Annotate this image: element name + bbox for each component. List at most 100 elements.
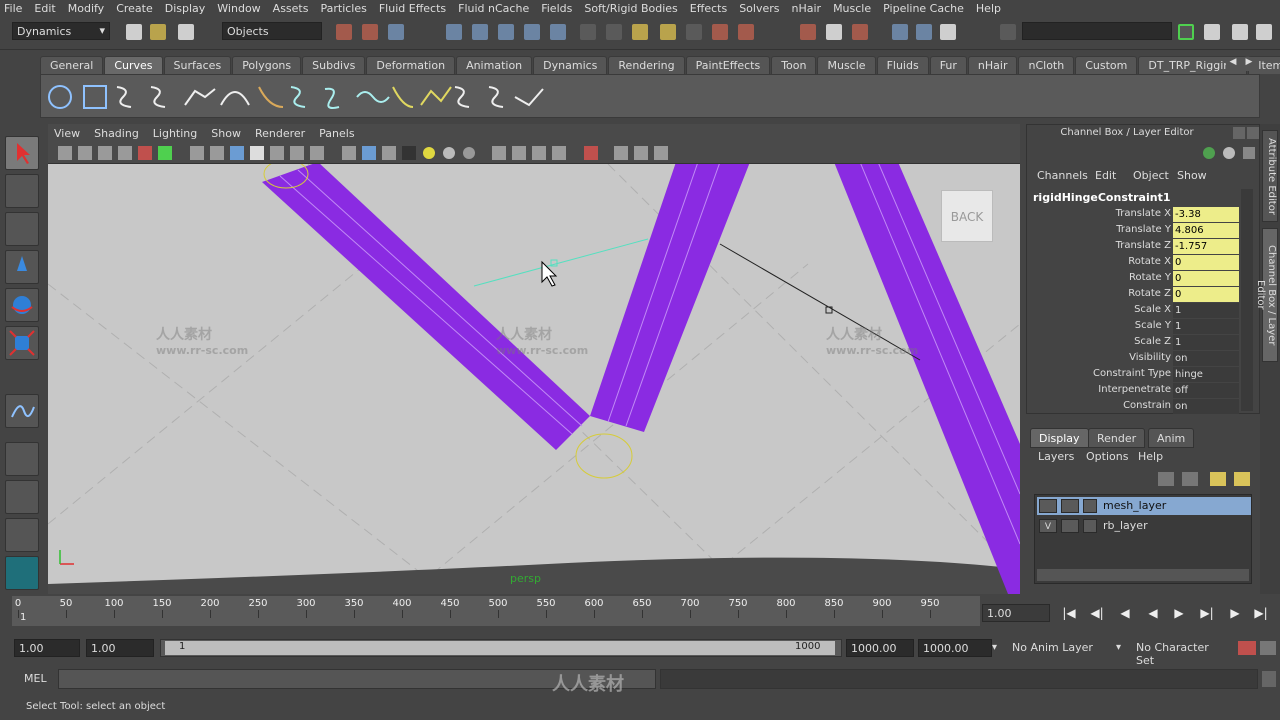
- mask-icon[interactable]: [580, 24, 596, 40]
- layout-four-icon[interactable]: [5, 480, 39, 514]
- character-set-chevron-icon[interactable]: ▾: [1116, 642, 1121, 653]
- channel-value[interactable]: on: [1173, 351, 1239, 366]
- layer-visibility-toggle[interactable]: [1039, 499, 1057, 513]
- layer-tab-render[interactable]: Render: [1088, 428, 1146, 448]
- scale-tool-icon[interactable]: [5, 326, 39, 360]
- cb-menu-edit[interactable]: Edit: [1095, 169, 1116, 182]
- channel-row[interactable]: Scale Y1: [1031, 319, 1239, 335]
- auto-key-icon[interactable]: [1238, 641, 1256, 655]
- shelf-tab-curves[interactable]: Curves: [104, 56, 163, 74]
- select-object-icon[interactable]: [362, 24, 378, 40]
- layer-menu-options[interactable]: Options: [1086, 450, 1128, 463]
- anim-layer-chevron-icon[interactable]: ▾: [992, 642, 997, 653]
- chevron-left-icon[interactable]: ◀: [1226, 57, 1240, 71]
- current-frame-field[interactable]: 1.00: [982, 604, 1050, 622]
- menu-fluid-ncache[interactable]: Fluid nCache: [458, 2, 529, 15]
- channel-label[interactable]: Translate Z: [1116, 240, 1171, 251]
- channel-label[interactable]: Translate Y: [1116, 224, 1171, 235]
- shelf-tab-ncloth[interactable]: nCloth: [1018, 56, 1075, 74]
- float-panel-icon[interactable]: [1233, 127, 1245, 139]
- layer-name[interactable]: mesh_layer: [1103, 499, 1166, 512]
- input-line-icon[interactable]: [892, 24, 908, 40]
- channel-row[interactable]: Visibility on: [1031, 351, 1239, 367]
- menu-window[interactable]: Window: [217, 2, 260, 15]
- preferences-icon[interactable]: [1260, 641, 1276, 655]
- play-backwards-icon[interactable]: ◀: [1144, 606, 1162, 624]
- menu-display[interactable]: Display: [165, 2, 206, 15]
- play-forwards-icon[interactable]: ▶: [1170, 606, 1188, 624]
- shelf-menu-icon[interactable]: [14, 80, 28, 110]
- channel-row[interactable]: Translate Z -1.757: [1031, 239, 1239, 255]
- shelf-tab-muscle[interactable]: Muscle: [817, 56, 876, 74]
- rotate-tool-icon[interactable]: [5, 288, 39, 322]
- layer-display-type-toggle[interactable]: [1061, 519, 1079, 533]
- channel-value[interactable]: -1.757: [1173, 239, 1239, 254]
- layer-row[interactable]: mesh_layer: [1037, 497, 1251, 515]
- script-editor-icon[interactable]: [1262, 671, 1276, 687]
- open-scene-icon[interactable]: [150, 24, 166, 40]
- shelf-tab-polygons[interactable]: Polygons: [232, 56, 302, 74]
- shelf-tab-dynamics[interactable]: Dynamics: [533, 56, 608, 74]
- menu-muscle[interactable]: Muscle: [833, 2, 871, 15]
- channel-row[interactable]: Rotate X0: [1031, 255, 1239, 271]
- viewport-menu-shading[interactable]: Shading: [94, 127, 139, 140]
- viewport-menu-show[interactable]: Show: [211, 127, 241, 140]
- magnet-icon[interactable]: [852, 24, 868, 40]
- end-time-field[interactable]: 1000.00: [918, 639, 992, 657]
- layout-single-icon[interactable]: [5, 442, 39, 476]
- channel-value[interactable]: 4.806: [1173, 223, 1239, 238]
- menu-create[interactable]: Create: [116, 2, 153, 15]
- layer-menu-help[interactable]: Help: [1138, 450, 1163, 463]
- layer-row[interactable]: Vrb_layer: [1037, 517, 1251, 535]
- channel-value[interactable]: on: [1173, 399, 1239, 414]
- render-icon[interactable]: [686, 24, 702, 40]
- speed-icon[interactable]: [1223, 147, 1235, 159]
- paint-select-tool-icon[interactable]: [5, 212, 39, 246]
- channel-label[interactable]: Constraint Type: [1093, 368, 1171, 379]
- step-back-icon[interactable]: ◀|: [1088, 606, 1106, 624]
- menu-file[interactable]: File: [4, 2, 22, 15]
- channel-value[interactable]: 0: [1173, 271, 1239, 286]
- quick-select-field[interactable]: [1022, 22, 1172, 40]
- input-line-icon-2[interactable]: [916, 24, 932, 40]
- character-set-dropdown[interactable]: No Character Set: [1132, 639, 1234, 667]
- menu-particles[interactable]: Particles: [320, 2, 366, 15]
- shelf-tab-rendering[interactable]: Rendering: [608, 56, 685, 74]
- channel-row[interactable]: Constraint Type hinge: [1031, 367, 1239, 383]
- channel-label[interactable]: Rotate Z: [1128, 288, 1171, 299]
- current-time-marker[interactable]: 1: [20, 612, 26, 623]
- menu-help[interactable]: Help: [976, 2, 1001, 15]
- layer-display-type-toggle[interactable]: [1061, 499, 1079, 513]
- input-line-icon-3[interactable]: [940, 24, 956, 40]
- range-slider[interactable]: 1 1000: [160, 639, 842, 657]
- menu-effects[interactable]: Effects: [690, 2, 727, 15]
- start-time-field[interactable]: 1.00: [14, 639, 80, 657]
- snap-curve-icon[interactable]: [472, 24, 488, 40]
- view-cube[interactable]: BACK: [941, 190, 993, 242]
- new-layer-icon[interactable]: [1210, 472, 1226, 486]
- cb-menu-channels[interactable]: Channels: [1037, 169, 1088, 182]
- range-slider-handle[interactable]: [165, 641, 835, 655]
- selection-mode-dropdown[interactable]: Objects: [222, 22, 322, 40]
- playback-start-field[interactable]: 1.00: [86, 639, 154, 657]
- history-icon[interactable]: [660, 24, 676, 40]
- attribute-editor-tab[interactable]: Attribute Editor: [1262, 130, 1278, 222]
- channel-row[interactable]: Rotate Z0: [1031, 287, 1239, 303]
- channel-value[interactable]: 1: [1173, 335, 1239, 350]
- menu-pipeline-cache[interactable]: Pipeline Cache: [883, 2, 964, 15]
- select-tool-icon[interactable]: [5, 136, 39, 170]
- channel-row[interactable]: Translate Y 4.806: [1031, 223, 1239, 239]
- tool-settings-icon[interactable]: [1232, 24, 1248, 40]
- perspective-viewport[interactable]: BACK persp 人人素材 www.rr-sc.com 人人素材 www.rr-…: [48, 164, 1020, 594]
- ipr-render-icon[interactable]: [712, 24, 728, 40]
- playback-end-field[interactable]: 1000.00: [846, 639, 914, 657]
- menu-solvers[interactable]: Solvers: [739, 2, 779, 15]
- curve-tool-icon[interactable]: [5, 394, 39, 428]
- time-slider[interactable]: 0 50 100 150 200 250 300 350 400 450 500 550 600 650 7…: [12, 596, 980, 626]
- channel-value[interactable]: -3.38: [1173, 207, 1239, 222]
- new-scene-icon[interactable]: [126, 24, 142, 40]
- select-hierarchy-icon[interactable]: [336, 24, 352, 40]
- menu-modify[interactable]: Modify: [68, 2, 104, 15]
- channel-box-icon[interactable]: [1256, 24, 1272, 40]
- show-hide-icon[interactable]: [1178, 24, 1194, 40]
